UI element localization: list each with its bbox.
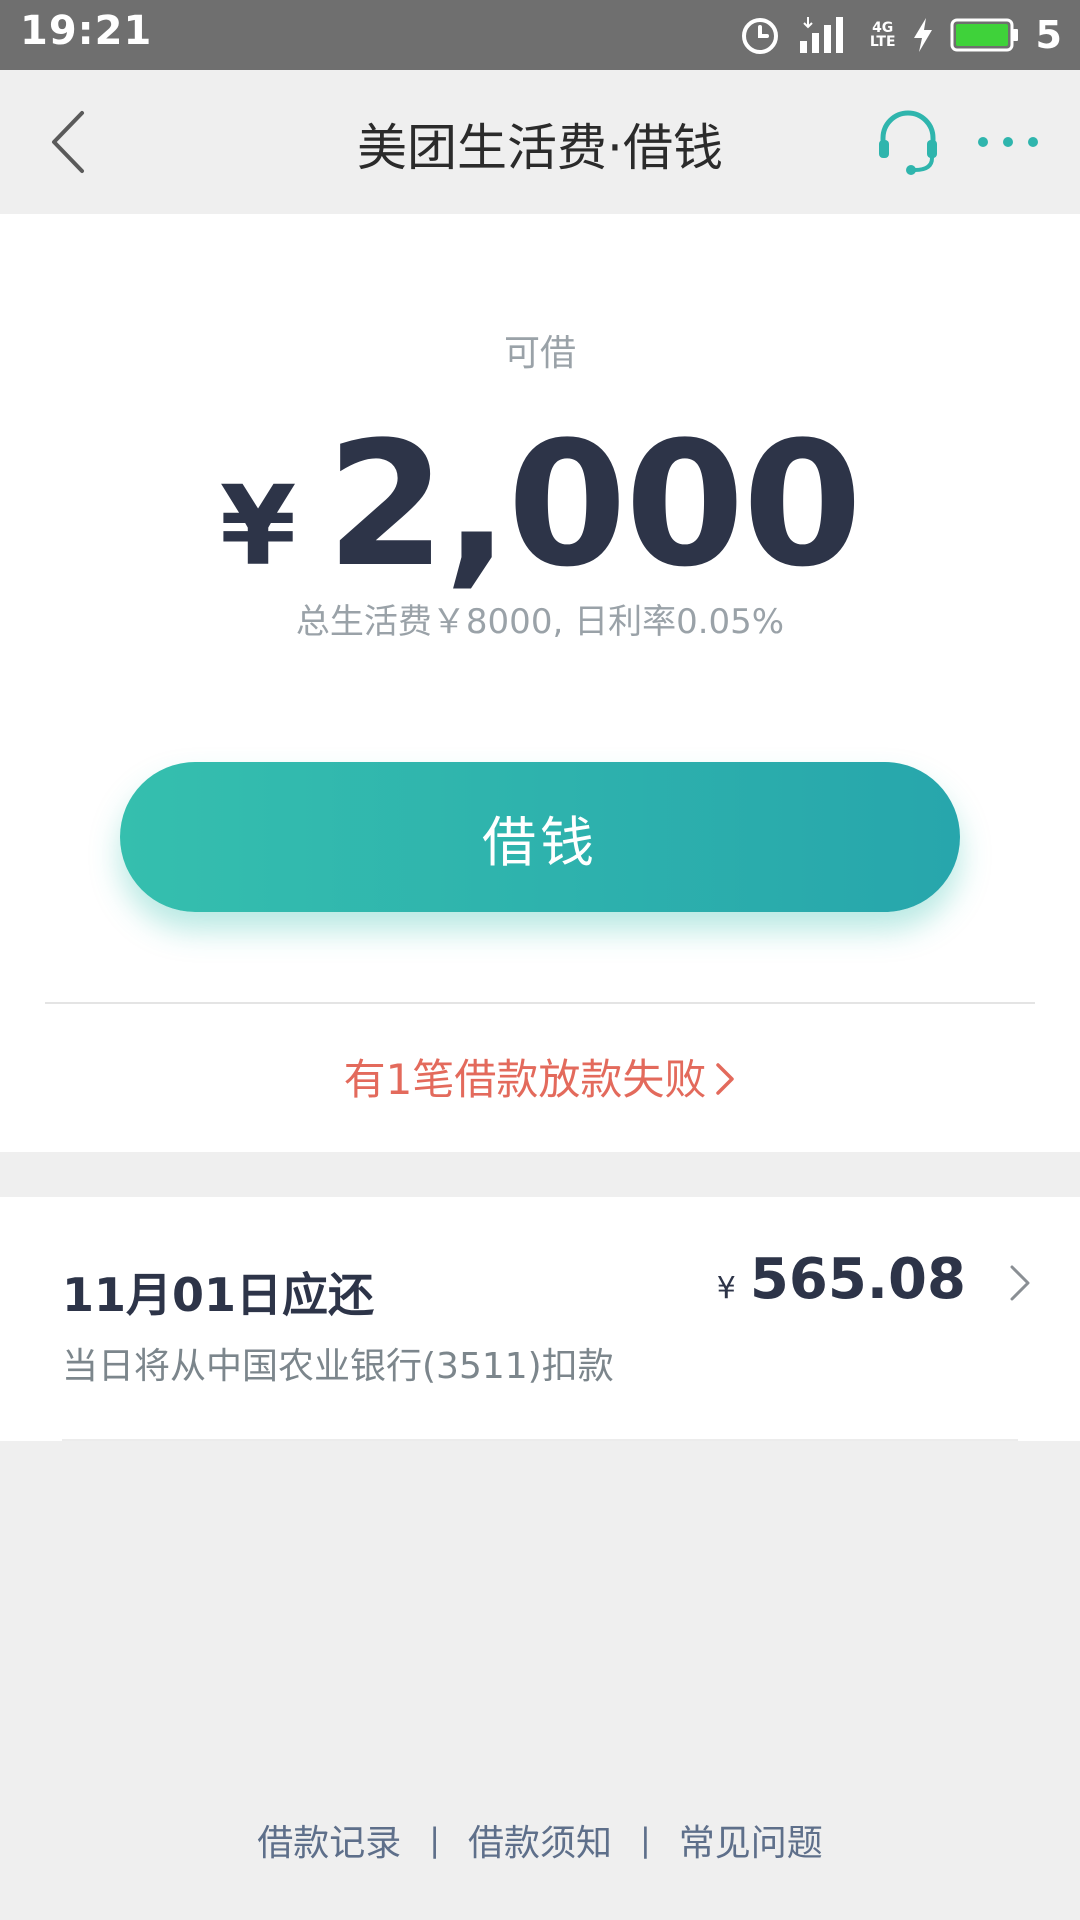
footer-separator: | bbox=[429, 1821, 440, 1859]
fail-notice-text: 有1笔借款放款失败 bbox=[343, 1055, 707, 1104]
screen: 19:21 4G LTE 5 美团生活费·借钱 可借 ¥ 2,000 总生活费￥… bbox=[0, 0, 1080, 1920]
loan-terms-link[interactable]: 借款须知 bbox=[468, 1814, 612, 1866]
repayment-item[interactable]: 11月01日应还 当日将从中国农业银行(3511)扣款 ¥ 565.08 bbox=[0, 1197, 1080, 1441]
customer-service-button[interactable] bbox=[868, 102, 948, 182]
repayment-currency: ¥ bbox=[716, 1271, 736, 1306]
status-icons: 4G LTE 5 bbox=[738, 10, 1062, 60]
loan-records-link[interactable]: 借款记录 bbox=[257, 1814, 401, 1866]
loan-card: 可借 ¥ 2,000 总生活费￥8000, 日利率0.05% 借钱 有1笔借款放… bbox=[0, 214, 1080, 1152]
faq-link[interactable]: 常见问题 bbox=[679, 1814, 823, 1866]
repayment-value: 565.08 bbox=[749, 1247, 966, 1312]
chevron-right-icon bbox=[714, 1058, 736, 1107]
available-amount: ¥ 2,000 bbox=[0, 404, 1080, 605]
limit-info: 总生活费￥8000, 日利率0.05% bbox=[295, 602, 785, 642]
divider bbox=[45, 1002, 1035, 1004]
amount-value: 2,000 bbox=[326, 404, 862, 605]
borrow-button[interactable]: 借钱 bbox=[120, 762, 960, 912]
repayment-amount: ¥ 565.08 bbox=[717, 1247, 966, 1312]
divider bbox=[62, 1439, 1018, 1441]
network-type: 4G LTE bbox=[869, 20, 896, 50]
nav-bar: 美团生活费·借钱 bbox=[0, 70, 1080, 214]
battery-icon bbox=[950, 17, 1020, 53]
alarm-icon bbox=[738, 13, 782, 57]
footer-links: 借款记录 | 借款须知 | 常见问题 bbox=[0, 1814, 1080, 1866]
chevron-right-icon bbox=[1008, 1263, 1032, 1307]
footer-separator: | bbox=[640, 1821, 651, 1859]
status-time: 19:21 bbox=[20, 8, 153, 54]
amount-currency: ¥ bbox=[219, 462, 297, 590]
repayment-description: 当日将从中国农业银行(3511)扣款 bbox=[62, 1346, 614, 1387]
available-label: 可借 bbox=[503, 333, 576, 374]
headset-icon bbox=[879, 110, 937, 175]
battery-level: 5 bbox=[1035, 13, 1062, 57]
signal-icon bbox=[798, 15, 854, 55]
status-bar: 19:21 4G LTE 5 bbox=[0, 0, 1080, 70]
loan-fail-notice[interactable]: 有1笔借款放款失败 bbox=[0, 1046, 1080, 1107]
repayment-date: 11月01日应还 bbox=[62, 1268, 375, 1322]
more-icon bbox=[978, 137, 1038, 147]
charging-icon bbox=[912, 16, 934, 54]
more-button[interactable] bbox=[968, 102, 1048, 182]
